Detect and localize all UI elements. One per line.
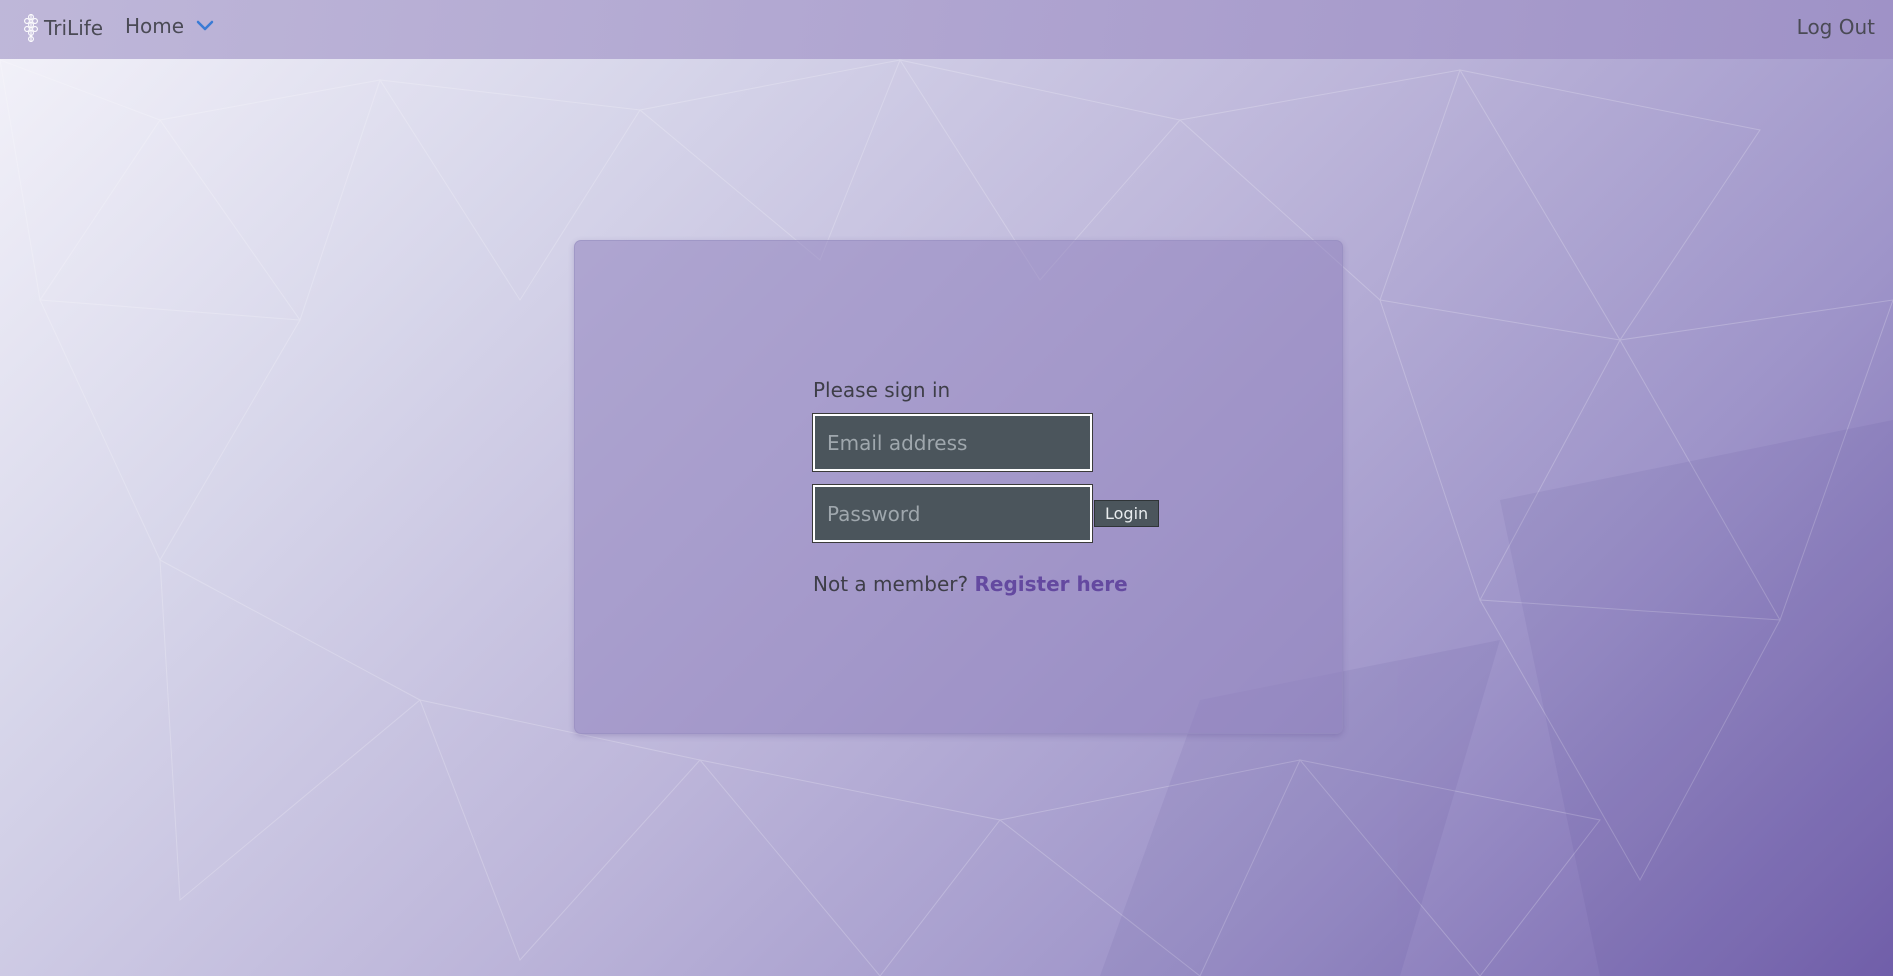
brand-name: TriLife bbox=[44, 16, 104, 40]
top-navbar: TriLife Home Log Out bbox=[0, 0, 1893, 59]
logout-link[interactable]: Log Out bbox=[1797, 15, 1875, 39]
home-menu[interactable]: Home bbox=[125, 14, 214, 38]
brand-link[interactable]: TriLife bbox=[20, 12, 103, 44]
register-link[interactable]: Register here bbox=[974, 572, 1127, 596]
login-form: Please sign in Login Not a member? Regis… bbox=[812, 378, 1160, 596]
password-input[interactable] bbox=[812, 484, 1093, 543]
login-button[interactable]: Login bbox=[1094, 500, 1160, 527]
register-prompt-text: Not a member? bbox=[813, 572, 969, 596]
email-input[interactable] bbox=[812, 413, 1093, 472]
signin-heading: Please sign in bbox=[813, 378, 951, 402]
login-card: Please sign in Login Not a member? Regis… bbox=[574, 240, 1343, 734]
home-menu-label: Home bbox=[125, 14, 185, 38]
password-row: Login bbox=[812, 484, 1160, 543]
register-prompt: Not a member? Register here bbox=[813, 572, 1159, 596]
chevron-down-icon bbox=[196, 20, 214, 31]
trilife-logo-icon bbox=[24, 14, 38, 42]
